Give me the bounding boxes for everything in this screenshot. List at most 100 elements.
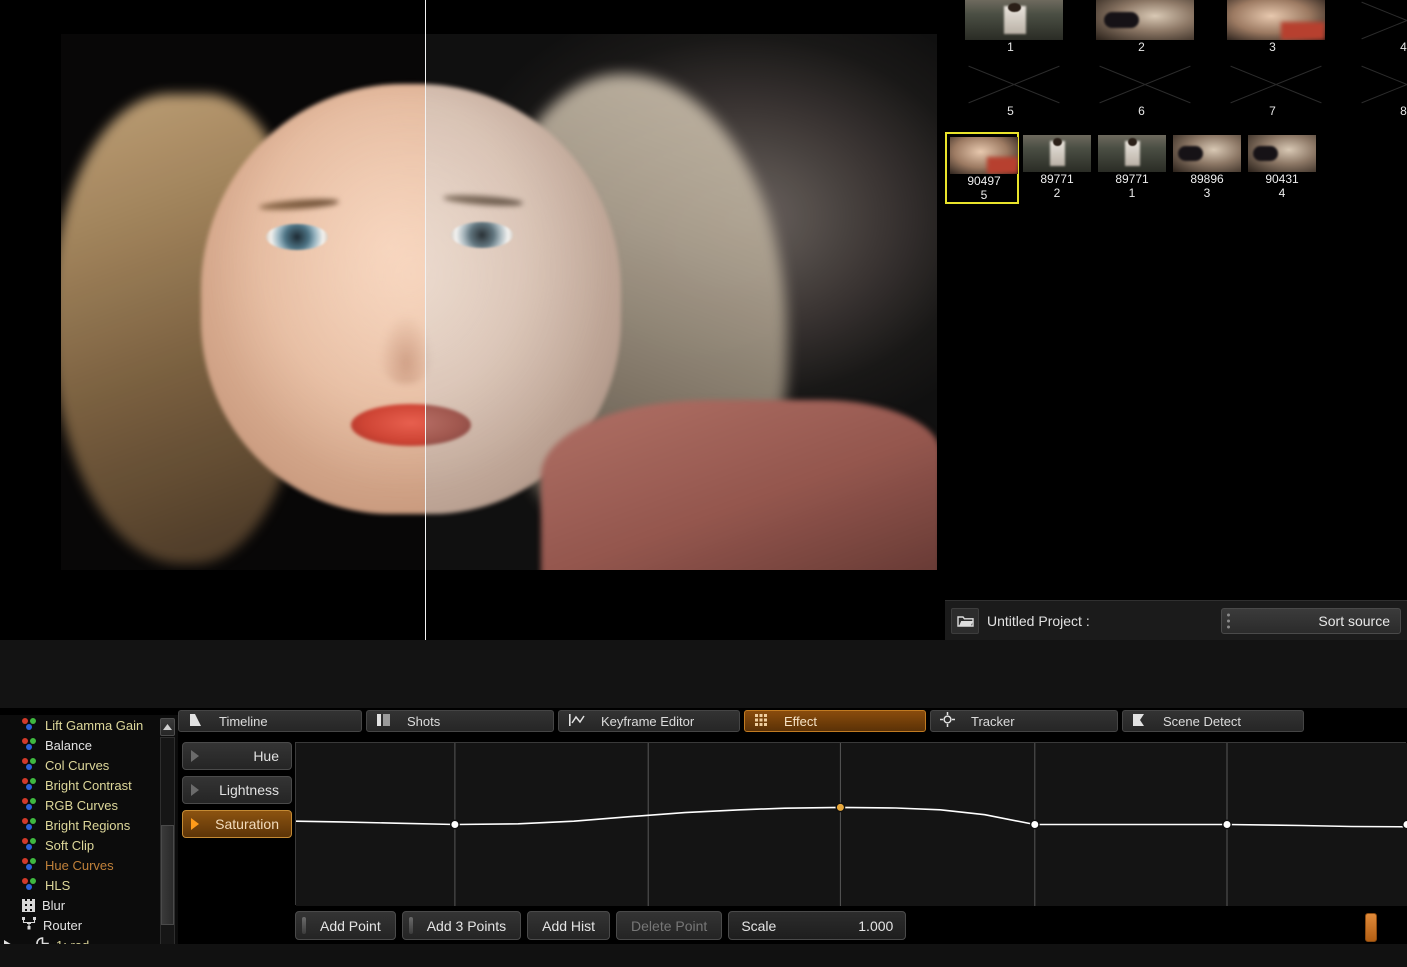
thumbnail-image[interactable]: [950, 137, 1018, 174]
shot-thumbnail[interactable]: 897711: [1095, 132, 1169, 204]
split-compare-divider[interactable]: [425, 0, 426, 640]
effect-item-bright-contrast[interactable]: Bright Contrast: [0, 775, 178, 795]
button-label: Add Point: [320, 918, 381, 934]
tab-label: Shots: [407, 714, 440, 729]
thumbnail-image[interactable]: [1096, 0, 1194, 40]
thumbnail-slot[interactable]: 5: [945, 64, 1076, 127]
shot-strip[interactable]: 904975897712897711898963904314: [945, 132, 1407, 210]
tab-label: Timeline: [219, 714, 268, 729]
timeline-icon: [188, 713, 203, 730]
panel-resize-handle[interactable]: [1365, 913, 1377, 942]
curve-mode-label: Lightness: [219, 782, 279, 798]
thumbnail-slot[interactable]: 8: [1338, 64, 1407, 127]
thumbnail-image[interactable]: [1098, 135, 1166, 172]
add-3-points-button[interactable]: Add 3 Points: [402, 911, 521, 940]
rgb-dots-icon: [22, 858, 38, 872]
thumbnail-slot[interactable]: 2: [1076, 0, 1207, 63]
triangle-icon: [191, 784, 199, 796]
chevron-up-icon: [163, 724, 172, 730]
thumbnail-grid[interactable]: 1234 5678: [945, 0, 1407, 128]
project-bar: Untitled Project : Sort source: [945, 600, 1407, 640]
portrait-original: [425, 34, 937, 570]
curve-svg[interactable]: [296, 743, 1407, 906]
shot-thumbnail[interactable]: 897712: [1020, 132, 1094, 204]
add-point-button[interactable]: Add Point: [295, 911, 396, 940]
thumbnail-number: 2: [1076, 40, 1207, 54]
thumbnail-image[interactable]: [1023, 135, 1091, 172]
tab-tracker[interactable]: Tracker: [930, 710, 1118, 732]
triangle-icon: [191, 750, 199, 762]
delete-point-button: Delete Point: [616, 911, 722, 940]
panel-tabs[interactable]: Timeline Shots Keyframe EditorEffect Tracke…: [178, 710, 1407, 732]
effect-item-balance[interactable]: Balance: [0, 735, 178, 755]
add-hist-button[interactable]: Add Hist: [527, 911, 610, 940]
shot-index: 1: [1095, 187, 1169, 200]
tab-shots[interactable]: Shots: [366, 710, 554, 732]
effect-item-rgb-curves[interactable]: RGB Curves: [0, 795, 178, 815]
effect-item-hls[interactable]: HLS: [0, 875, 178, 895]
thumbnail-image[interactable]: [1173, 135, 1241, 172]
effect-label: HLS: [45, 878, 70, 893]
effect-item-soft-clip[interactable]: Soft Clip: [0, 835, 178, 855]
tab-label: Tracker: [971, 714, 1015, 729]
thumbnail-image[interactable]: [1248, 135, 1316, 172]
shot-thumbnail-selected[interactable]: 904975: [945, 132, 1019, 204]
effect-label: Bright Regions: [45, 818, 130, 833]
effect-item-blur[interactable]: Blur: [0, 895, 178, 915]
curve-mode-hue[interactable]: Hue: [182, 742, 292, 770]
thumbnail-slot[interactable]: 7: [1207, 64, 1338, 127]
effect-item-col-curves[interactable]: Col Curves: [0, 755, 178, 775]
thumbnail-number: 1: [945, 40, 1076, 54]
thumbnail-slot[interactable]: 4: [1338, 0, 1407, 63]
thumbnail-number: 7: [1207, 104, 1338, 118]
timeline-strip: [0, 944, 1407, 967]
application-window: 12345678 904975897712897711898963904314 …: [0, 0, 1407, 967]
empty-slot-icon: [965, 64, 1063, 104]
shot-index: 3: [1170, 187, 1244, 200]
shot-thumbnail[interactable]: 898963: [1170, 132, 1244, 204]
empty-slot-icon: [1227, 64, 1325, 104]
tab-effect[interactable]: Effect: [744, 710, 926, 732]
thumbnail-number: 6: [1076, 104, 1207, 118]
curve-mode-lightness[interactable]: Lightness: [182, 776, 292, 804]
thumbnail-slot[interactable]: 1: [945, 0, 1076, 63]
thumbnail-number: 4: [1338, 40, 1407, 54]
tab-timeline[interactable]: Timeline: [178, 710, 362, 732]
tracker-icon: [940, 712, 955, 730]
thumbnail-slot[interactable]: 3: [1207, 0, 1338, 63]
image-viewer[interactable]: [0, 0, 945, 640]
router-icon: [22, 917, 36, 933]
effect-label: Bright Contrast: [45, 778, 132, 793]
curve-mode-saturation[interactable]: Saturation: [182, 810, 292, 838]
tab-scene-detect[interactable]: Scene Detect: [1122, 710, 1304, 732]
tab-keyframe-editor[interactable]: Keyframe Editor: [558, 710, 740, 732]
hue-curve-plot[interactable]: [295, 742, 1406, 905]
curve-action-buttons[interactable]: Add Point Add 3 PointsAdd HistDelete Poin…: [295, 911, 906, 940]
effect-label: Col Curves: [45, 758, 109, 773]
effect-item-lift-gamma-gain[interactable]: Lift Gamma Gain: [0, 715, 178, 735]
effect-item-bright-regions[interactable]: Bright Regions: [0, 815, 178, 835]
scale-field[interactable]: Scale1.000: [728, 911, 906, 940]
effect-item-router[interactable]: Router: [0, 915, 178, 935]
thumbnail-image[interactable]: [965, 0, 1063, 40]
effect-label: Balance: [45, 738, 92, 753]
effect-label: Hue Curves: [45, 858, 114, 873]
effects-scrollbar-thumb[interactable]: [161, 825, 174, 925]
viewer-frame[interactable]: [61, 34, 937, 570]
effects-scroll-up-button[interactable]: [160, 718, 175, 736]
project-name: Untitled Project :: [987, 613, 1221, 629]
thumbnail-slot[interactable]: 6: [1076, 64, 1207, 127]
source-browser: 12345678 904975897712897711898963904314: [945, 0, 1407, 640]
effect-item-hue-curves[interactable]: Hue Curves: [0, 855, 178, 875]
effects-list[interactable]: Lift Gamma Gain Balance Col Curves Bright C…: [0, 715, 178, 967]
drag-grip-icon: [409, 917, 413, 934]
curve-mode-buttons[interactable]: Hue Lightness Saturation: [182, 742, 292, 844]
portrait-graded: [61, 34, 425, 570]
folder-icon[interactable]: [951, 608, 979, 634]
sort-source-label: Sort source: [1318, 613, 1390, 629]
shot-thumbnail[interactable]: 904314: [1245, 132, 1319, 204]
thumbnail-image[interactable]: [1227, 0, 1325, 40]
hue-curves-panel: HueLightnessSaturation Add PointAdd 3 Po…: [178, 736, 1407, 936]
sort-source-dropdown[interactable]: Sort source: [1221, 608, 1401, 634]
shot-frame-number: 90431: [1245, 173, 1319, 186]
